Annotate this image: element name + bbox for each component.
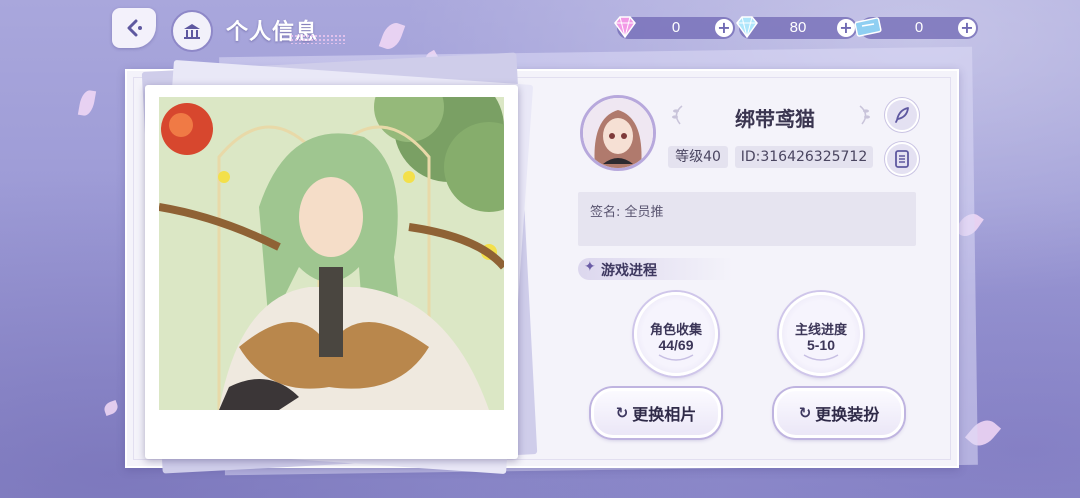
currency-pink-gem: 0 +: [614, 16, 735, 39]
ticket-count: 0: [914, 19, 924, 36]
stat-value: 5-10: [806, 337, 836, 353]
username: 绑带鸢猫: [735, 107, 815, 131]
add-blue-gem-button[interactable]: +: [837, 19, 855, 37]
stat-label: 角色收集: [649, 323, 702, 338]
pink-gem-count: 0: [671, 19, 681, 36]
sparkle-icon: ✦: [584, 259, 596, 275]
edit-name-button[interactable]: [885, 98, 919, 132]
change-outfit-label: 更换装扮: [815, 405, 880, 424]
add-ticket-button[interactable]: +: [958, 19, 976, 37]
game-progress-label: 游戏进程: [601, 263, 657, 279]
details-button[interactable]: [885, 142, 919, 176]
change-photo-label: 更换相片: [632, 405, 697, 424]
building-icon: [184, 24, 200, 39]
polaroid-photo[interactable]: [145, 85, 518, 459]
refresh-icon: ↻: [798, 404, 812, 422]
feather-icon: [895, 107, 909, 123]
back-arrow-icon: [127, 19, 142, 37]
avatar-portrait: [583, 98, 653, 168]
laurel-icon: [803, 354, 839, 361]
stat-label: 主线进度: [794, 323, 847, 338]
main-story-progress-stat[interactable]: 主线进度 5-10: [779, 292, 863, 376]
laurel-right-icon: [859, 105, 870, 125]
document-icon: [895, 150, 909, 168]
title-decoration: [290, 34, 346, 44]
home-button[interactable]: [171, 10, 213, 52]
pink-gem-icon: [614, 16, 636, 39]
change-photo-button[interactable]: ↻ 更换相片: [591, 388, 721, 438]
change-outfit-button[interactable]: ↻ 更换装扮: [774, 388, 904, 438]
player-id: ID:316426325712: [735, 146, 873, 168]
signature-box[interactable]: 签名: 全员推: [578, 192, 916, 246]
character-collection-stat[interactable]: 角色收集 44/69: [634, 292, 718, 376]
character-illustration: [159, 97, 504, 410]
signature-text: 签名: 全员推: [590, 205, 664, 220]
ticket-icon: [854, 17, 882, 37]
currency-blue-gem: 80 +: [736, 16, 857, 39]
currency-ticket: 0 +: [854, 17, 978, 39]
game-progress-header: ✦ 游戏进程: [578, 258, 733, 280]
laurel-icon: [658, 354, 694, 361]
blue-gem-count: 80: [789, 19, 807, 36]
stat-value: 44/69: [658, 337, 694, 353]
avatar[interactable]: [580, 95, 656, 171]
add-pink-gem-button[interactable]: +: [715, 19, 733, 37]
level-badge: 等级40: [668, 146, 728, 168]
refresh-icon: ↻: [615, 404, 629, 422]
character-photo: [159, 97, 504, 410]
diamond-icon: [736, 16, 758, 39]
